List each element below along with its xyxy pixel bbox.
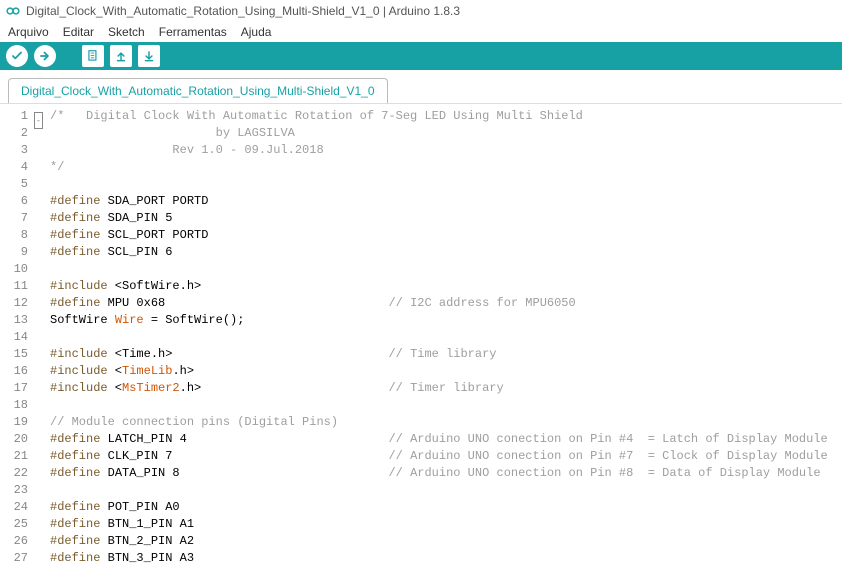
menu-arquivo[interactable]: Arquivo xyxy=(8,25,49,39)
open-button[interactable] xyxy=(110,45,132,67)
upload-button[interactable] xyxy=(34,45,56,67)
code-editor[interactable]: 1234567891011121314151617181920212223242… xyxy=(0,104,842,571)
toolbar xyxy=(0,42,842,70)
menu-editar[interactable]: Editar xyxy=(63,25,94,39)
line-number-gutter: 1234567891011121314151617181920212223242… xyxy=(0,104,34,571)
tab-bar: Digital_Clock_With_Automatic_Rotation_Us… xyxy=(0,70,842,104)
save-button[interactable] xyxy=(138,45,160,67)
window-title: Digital_Clock_With_Automatic_Rotation_Us… xyxy=(26,4,460,18)
code-area[interactable]: /* Digital Clock With Automatic Rotation… xyxy=(46,104,842,571)
arduino-logo-icon xyxy=(6,4,20,18)
menu-bar: Arquivo Editar Sketch Ferramentas Ajuda xyxy=(0,22,842,42)
title-bar: Digital_Clock_With_Automatic_Rotation_Us… xyxy=(0,0,842,22)
menu-ajuda[interactable]: Ajuda xyxy=(241,25,272,39)
menu-sketch[interactable]: Sketch xyxy=(108,25,145,39)
fold-gutter: - xyxy=(34,104,46,571)
sketch-tab[interactable]: Digital_Clock_With_Automatic_Rotation_Us… xyxy=(8,78,388,103)
verify-button[interactable] xyxy=(6,45,28,67)
fold-toggle-icon[interactable]: - xyxy=(34,112,43,129)
new-button[interactable] xyxy=(82,45,104,67)
menu-ferramentas[interactable]: Ferramentas xyxy=(159,25,227,39)
